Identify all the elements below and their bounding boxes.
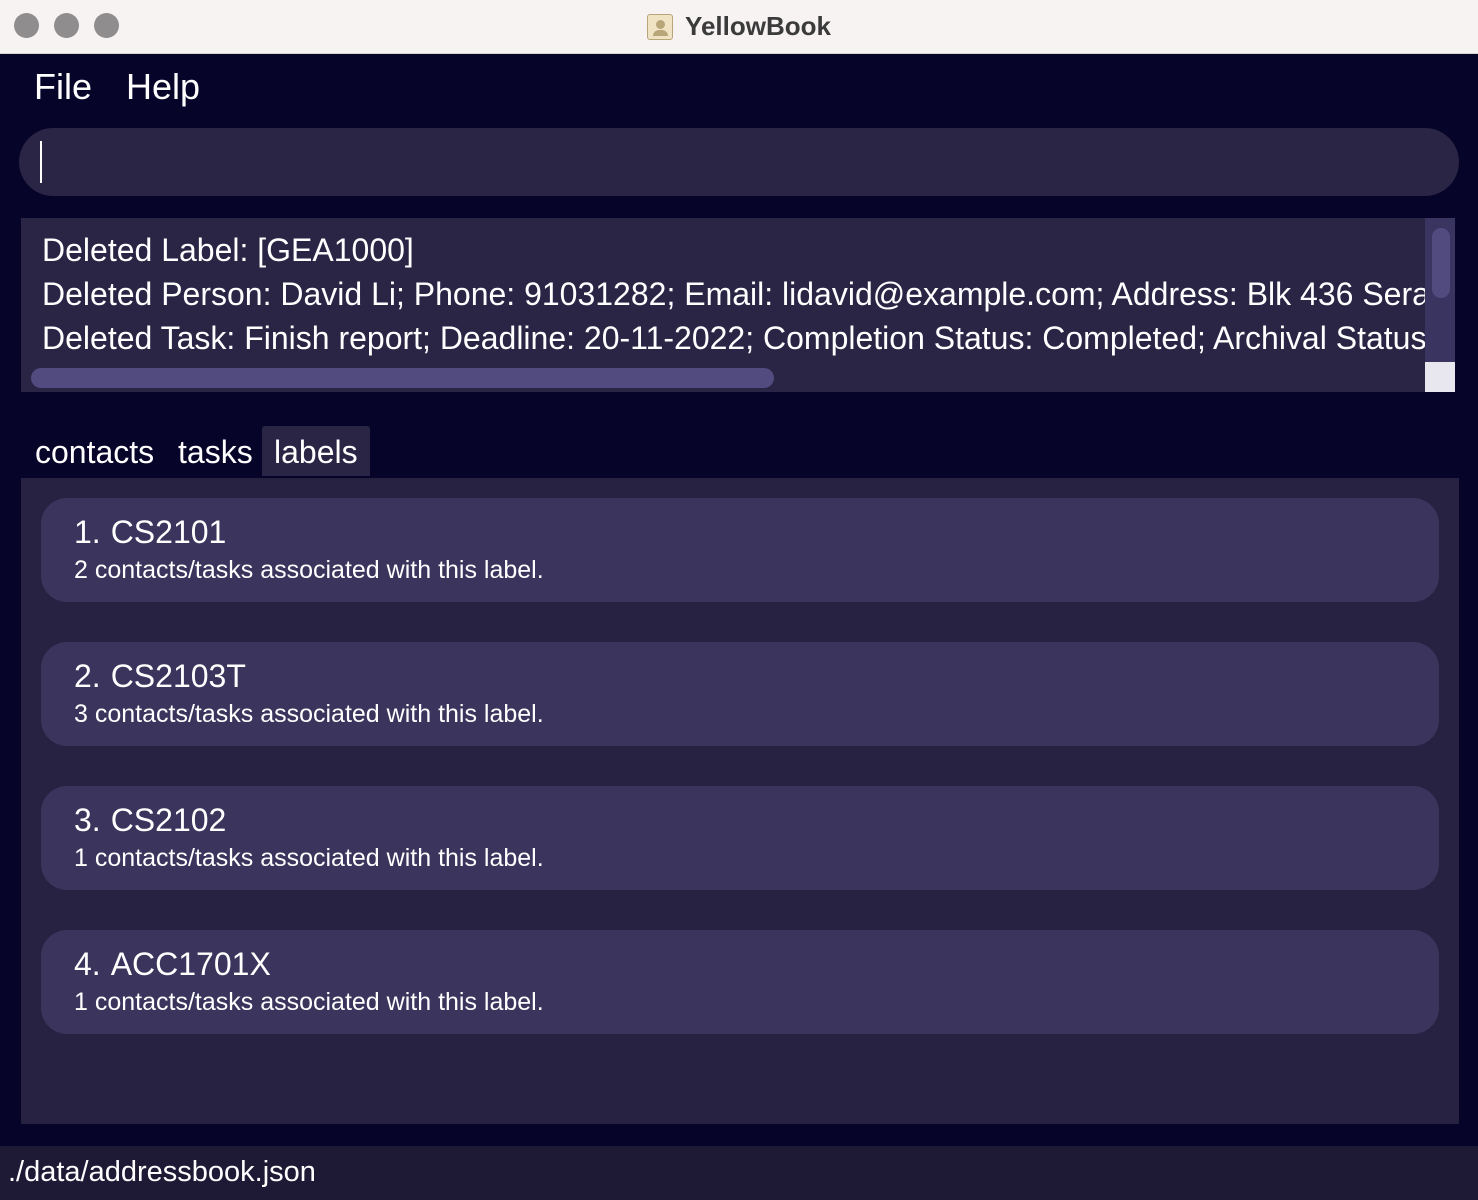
result-line: Deleted Person: David Li; Phone: 9103128… (42, 276, 1425, 312)
window-title: YellowBook (685, 11, 831, 41)
label-list-panel: 1. CS2101 2 contacts/tasks associated wit… (21, 478, 1459, 1124)
window-title-group: YellowBook (0, 0, 1478, 53)
tab-contacts[interactable]: contacts (23, 426, 166, 476)
text-caret (40, 141, 42, 183)
vertical-scrollbar[interactable] (1432, 228, 1450, 298)
result-line: Deleted Label: [GEA1000] (42, 232, 414, 268)
label-card[interactable]: 3. CS2102 1 contacts/tasks associated wit… (41, 786, 1439, 890)
tab-tasks[interactable]: tasks (166, 426, 265, 476)
scrollbar-corner (1425, 362, 1455, 392)
label-description: 1 contacts/tasks associated with this la… (74, 988, 544, 1016)
command-input[interactable] (39, 138, 1443, 188)
result-text-area[interactable]: Deleted Label: [GEA1000] Deleted Person:… (42, 228, 1425, 368)
label-index: 3. (74, 802, 101, 838)
result-line: Deleted Task: Finish report; Deadline: 2… (42, 320, 1425, 356)
label-name: ACC1701X (110, 946, 271, 982)
label-name: CS2103T (110, 658, 246, 694)
label-title: 3. CS2102 (74, 802, 226, 839)
label-description: 1 contacts/tasks associated with this la… (74, 844, 544, 872)
label-title: 4. ACC1701X (74, 946, 271, 983)
save-file-path: ./data/addressbook.json (8, 1156, 316, 1188)
label-index: 1. (74, 514, 101, 550)
label-name: CS2102 (110, 802, 227, 838)
menu-help[interactable]: Help (126, 66, 200, 108)
tab-labels[interactable]: labels (262, 426, 370, 476)
address-book-icon (647, 13, 674, 40)
menu-file[interactable]: File (34, 66, 92, 108)
label-card[interactable]: 2. CS2103T 3 contacts/tasks associated wi… (41, 642, 1439, 746)
label-name: CS2101 (110, 514, 227, 550)
label-title: 2. CS2103T (74, 658, 246, 695)
label-index: 2. (74, 658, 101, 694)
label-description: 3 contacts/tasks associated with this la… (74, 700, 544, 728)
app-window: YellowBook File Help Deleted Label: [GEA… (0, 0, 1478, 1200)
label-index: 4. (74, 946, 101, 982)
label-title: 1. CS2101 (74, 514, 226, 551)
result-display: Deleted Label: [GEA1000] Deleted Person:… (21, 218, 1455, 392)
command-box[interactable] (19, 128, 1459, 196)
label-card[interactable]: 1. CS2101 2 contacts/tasks associated wit… (41, 498, 1439, 602)
label-card[interactable]: 4. ACC1701X 1 contacts/tasks associated w… (41, 930, 1439, 1034)
status-bar: ./data/addressbook.json (0, 1146, 1478, 1200)
horizontal-scrollbar[interactable] (31, 368, 774, 388)
title-bar: YellowBook (0, 0, 1478, 54)
label-description: 2 contacts/tasks associated with this la… (74, 556, 544, 584)
